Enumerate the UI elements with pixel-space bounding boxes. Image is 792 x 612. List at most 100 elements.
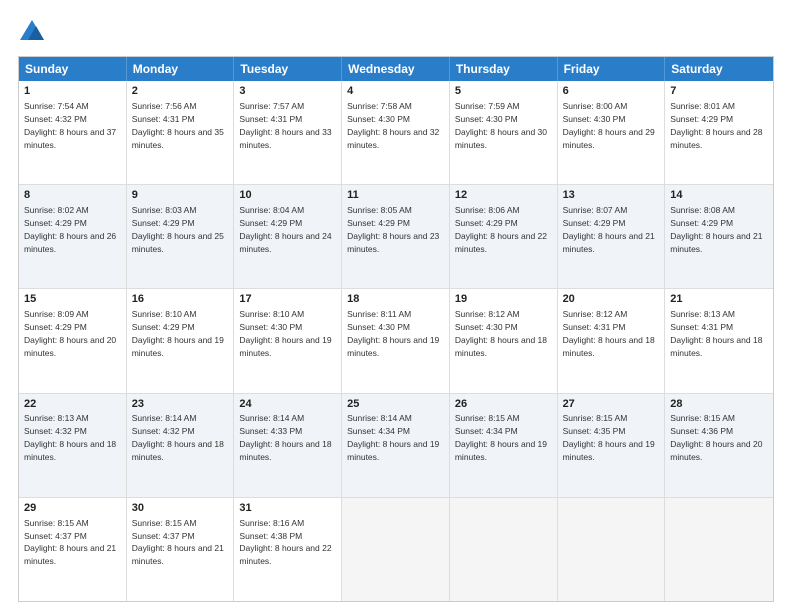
calendar-cell: 23Sunrise: 8:14 AMSunset: 4:32 PMDayligh… [127,394,235,497]
calendar-cell: 15Sunrise: 8:09 AMSunset: 4:29 PMDayligh… [19,289,127,392]
calendar-cell: 22Sunrise: 8:13 AMSunset: 4:32 PMDayligh… [19,394,127,497]
calendar-cell: 25Sunrise: 8:14 AMSunset: 4:34 PMDayligh… [342,394,450,497]
day-number: 20 [563,292,660,307]
calendar-cell: 13Sunrise: 8:07 AMSunset: 4:29 PMDayligh… [558,185,666,288]
day-number: 17 [239,292,336,307]
day-header-monday: Monday [127,57,235,81]
day-number: 5 [455,84,552,99]
cell-sun-info: Sunrise: 8:16 AMSunset: 4:38 PMDaylight:… [239,518,331,567]
cell-sun-info: Sunrise: 8:15 AMSunset: 4:34 PMDaylight:… [455,413,547,462]
cell-sun-info: Sunrise: 7:59 AMSunset: 4:30 PMDaylight:… [455,101,547,150]
calendar-cell: 20 Sunrise: 8:12 AMSunset: 4:31 PMDayligh… [558,289,666,392]
day-number: 8 [24,188,121,203]
calendar-cell: 8Sunrise: 8:02 AMSunset: 4:29 PMDaylight… [19,185,127,288]
cell-sun-info: Sunrise: 8:14 AMSunset: 4:34 PMDaylight:… [347,413,439,462]
logo-icon [18,18,46,46]
day-number: 29 [24,501,121,516]
cell-sun-info: Sunrise: 8:01 AMSunset: 4:29 PMDaylight:… [670,101,762,150]
calendar-week-1: 1 Sunrise: 7:54 AMSunset: 4:32 PMDaylight… [19,81,773,185]
calendar-cell: 14 Sunrise: 8:08 AMSunset: 4:29 PMDayligh… [665,185,773,288]
day-number: 11 [347,188,444,203]
day-number: 28 [670,397,768,412]
cell-sun-info: Sunrise: 7:56 AMSunset: 4:31 PMDaylight:… [132,101,224,150]
calendar-cell [342,498,450,601]
cell-sun-info: Sunrise: 8:15 AMSunset: 4:37 PMDaylight:… [24,518,116,567]
calendar-cell: 11 Sunrise: 8:05 AMSunset: 4:29 PMDayligh… [342,185,450,288]
day-number: 16 [132,292,229,307]
calendar-cell: 18 Sunrise: 8:11 AMSunset: 4:30 PMDayligh… [342,289,450,392]
cell-sun-info: Sunrise: 8:15 AMSunset: 4:36 PMDaylight:… [670,413,762,462]
cell-sun-info: Sunrise: 8:03 AMSunset: 4:29 PMDaylight:… [132,205,224,254]
calendar-cell: 28Sunrise: 8:15 AMSunset: 4:36 PMDayligh… [665,394,773,497]
calendar-cell: 5 Sunrise: 7:59 AMSunset: 4:30 PMDaylight… [450,81,558,184]
logo [18,18,50,46]
cell-sun-info: Sunrise: 8:05 AMSunset: 4:29 PMDaylight:… [347,205,439,254]
calendar: SundayMondayTuesdayWednesdayThursdayFrid… [18,56,774,602]
calendar-cell: 7 Sunrise: 8:01 AMSunset: 4:29 PMDaylight… [665,81,773,184]
day-number: 2 [132,84,229,99]
calendar-body: 1 Sunrise: 7:54 AMSunset: 4:32 PMDaylight… [19,81,773,601]
calendar-cell: 2 Sunrise: 7:56 AMSunset: 4:31 PMDaylight… [127,81,235,184]
calendar-cell: 6Sunrise: 8:00 AMSunset: 4:30 PMDaylight… [558,81,666,184]
calendar-week-5: 29 Sunrise: 8:15 AMSunset: 4:37 PMDayligh… [19,498,773,601]
day-number: 30 [132,501,229,516]
header [18,18,774,46]
calendar-cell: 4 Sunrise: 7:58 AMSunset: 4:30 PMDaylight… [342,81,450,184]
calendar-cell: 21 Sunrise: 8:13 AMSunset: 4:31 PMDayligh… [665,289,773,392]
page: SundayMondayTuesdayWednesdayThursdayFrid… [0,0,792,612]
calendar-cell: 1 Sunrise: 7:54 AMSunset: 4:32 PMDaylight… [19,81,127,184]
calendar-cell: 30 Sunrise: 8:15 AMSunset: 4:37 PMDayligh… [127,498,235,601]
cell-sun-info: Sunrise: 8:10 AMSunset: 4:29 PMDaylight:… [132,309,224,358]
cell-sun-info: Sunrise: 7:54 AMSunset: 4:32 PMDaylight:… [24,101,116,150]
calendar-week-2: 8Sunrise: 8:02 AMSunset: 4:29 PMDaylight… [19,185,773,289]
cell-sun-info: Sunrise: 8:10 AMSunset: 4:30 PMDaylight:… [239,309,331,358]
calendar-cell: 10Sunrise: 8:04 AMSunset: 4:29 PMDayligh… [234,185,342,288]
calendar-cell: 24Sunrise: 8:14 AMSunset: 4:33 PMDayligh… [234,394,342,497]
calendar-week-4: 22Sunrise: 8:13 AMSunset: 4:32 PMDayligh… [19,394,773,498]
cell-sun-info: Sunrise: 8:13 AMSunset: 4:32 PMDaylight:… [24,413,116,462]
day-number: 7 [670,84,768,99]
day-number: 4 [347,84,444,99]
calendar-cell: 3 Sunrise: 7:57 AMSunset: 4:31 PMDaylight… [234,81,342,184]
day-number: 21 [670,292,768,307]
cell-sun-info: Sunrise: 8:11 AMSunset: 4:30 PMDaylight:… [347,309,439,358]
day-number: 24 [239,397,336,412]
day-number: 6 [563,84,660,99]
day-number: 3 [239,84,336,99]
day-number: 1 [24,84,121,99]
calendar-cell [665,498,773,601]
day-header-sunday: Sunday [19,57,127,81]
cell-sun-info: Sunrise: 8:14 AMSunset: 4:33 PMDaylight:… [239,413,331,462]
cell-sun-info: Sunrise: 7:57 AMSunset: 4:31 PMDaylight:… [239,101,331,150]
day-number: 18 [347,292,444,307]
calendar-cell: 19Sunrise: 8:12 AMSunset: 4:30 PMDayligh… [450,289,558,392]
day-number: 12 [455,188,552,203]
cell-sun-info: Sunrise: 8:13 AMSunset: 4:31 PMDaylight:… [670,309,762,358]
calendar-cell: 26Sunrise: 8:15 AMSunset: 4:34 PMDayligh… [450,394,558,497]
day-number: 22 [24,397,121,412]
calendar-cell: 17 Sunrise: 8:10 AMSunset: 4:30 PMDayligh… [234,289,342,392]
day-header-friday: Friday [558,57,666,81]
day-number: 23 [132,397,229,412]
calendar-cell: 29 Sunrise: 8:15 AMSunset: 4:37 PMDayligh… [19,498,127,601]
cell-sun-info: Sunrise: 8:15 AMSunset: 4:37 PMDaylight:… [132,518,224,567]
day-header-saturday: Saturday [665,57,773,81]
cell-sun-info: Sunrise: 8:12 AMSunset: 4:31 PMDaylight:… [563,309,655,358]
day-number: 14 [670,188,768,203]
day-number: 31 [239,501,336,516]
cell-sun-info: Sunrise: 8:04 AMSunset: 4:29 PMDaylight:… [239,205,331,254]
cell-sun-info: Sunrise: 8:14 AMSunset: 4:32 PMDaylight:… [132,413,224,462]
day-header-wednesday: Wednesday [342,57,450,81]
calendar-header: SundayMondayTuesdayWednesdayThursdayFrid… [19,57,773,81]
calendar-cell: 27Sunrise: 8:15 AMSunset: 4:35 PMDayligh… [558,394,666,497]
cell-sun-info: Sunrise: 7:58 AMSunset: 4:30 PMDaylight:… [347,101,439,150]
day-number: 26 [455,397,552,412]
calendar-cell: 16 Sunrise: 8:10 AMSunset: 4:29 PMDayligh… [127,289,235,392]
cell-sun-info: Sunrise: 8:12 AMSunset: 4:30 PMDaylight:… [455,309,547,358]
day-number: 25 [347,397,444,412]
cell-sun-info: Sunrise: 8:07 AMSunset: 4:29 PMDaylight:… [563,205,655,254]
cell-sun-info: Sunrise: 8:08 AMSunset: 4:29 PMDaylight:… [670,205,762,254]
day-number: 9 [132,188,229,203]
calendar-cell [450,498,558,601]
calendar-cell [558,498,666,601]
